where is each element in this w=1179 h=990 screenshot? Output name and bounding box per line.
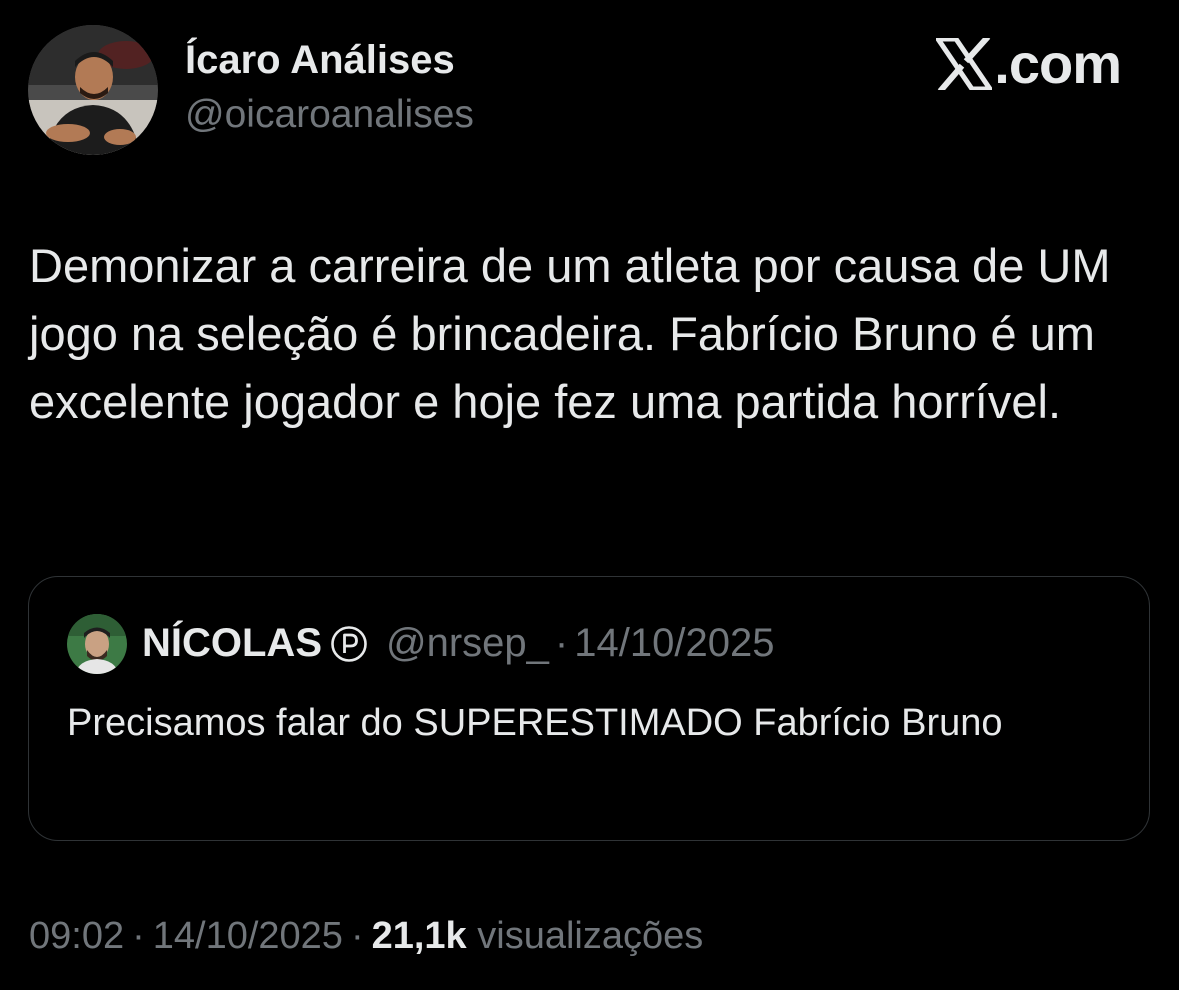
quote-author-handle[interactable]: @nrsep_ <box>386 621 549 666</box>
quoted-tweet-card[interactable]: NÍCOLAS @nrsep_ · 14/10/2025 Precisamos … <box>28 576 1150 841</box>
tweet-date[interactable]: 14/10/2025 <box>153 915 343 957</box>
quote-author-name[interactable]: NÍCOLAS <box>142 621 322 666</box>
author-handle[interactable]: @oicaroanalises <box>185 93 474 137</box>
footer-separator: · <box>132 915 145 957</box>
views-count[interactable]: 21,1k <box>372 915 467 957</box>
tweet-text: Demonizar a carreira de um atleta por ca… <box>29 239 1111 428</box>
author-display-name[interactable]: Ícaro Análises <box>185 38 455 83</box>
tweet-metadata: 09:02 · 14/10/2025 · 21,1k visualizações <box>29 915 703 958</box>
x-logo-icon <box>936 38 993 90</box>
author-avatar[interactable] <box>28 25 158 155</box>
tweet-time[interactable]: 09:02 <box>29 915 124 957</box>
quote-text: Precisamos falar do SUPERESTIMADO Fabríc… <box>67 702 1003 744</box>
quote-separator: · <box>554 621 569 665</box>
quote-author-avatar-photo <box>67 614 127 674</box>
footer-separator: · <box>350 915 364 957</box>
views-label: visualizações <box>477 915 704 957</box>
author-avatar-photo <box>28 25 158 155</box>
quote-author-avatar[interactable] <box>67 614 127 674</box>
brand-watermark: .com <box>936 32 1122 95</box>
brand-domain: .com <box>994 32 1122 95</box>
quote-header: NÍCOLAS @nrsep_ · 14/10/2025 <box>142 621 774 666</box>
quote-date[interactable]: 14/10/2025 <box>574 621 774 666</box>
parody-badge-icon <box>330 625 368 663</box>
